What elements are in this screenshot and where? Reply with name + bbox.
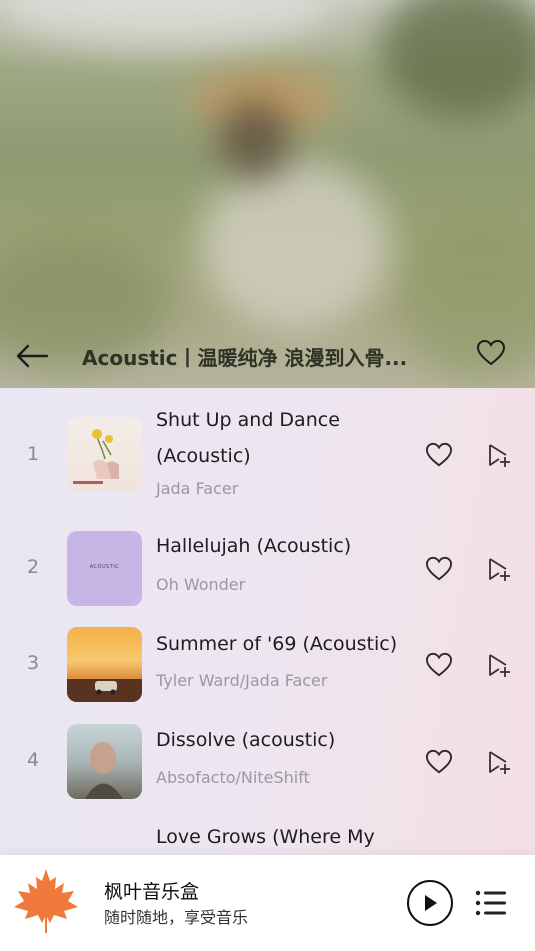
title-bar: Acoustic丨温暖纯净 浪漫到入骨...	[0, 330, 535, 382]
song-artist: Oh Wonder	[156, 575, 246, 594]
album-cover	[67, 417, 142, 492]
song-index: 4	[26, 749, 40, 771]
heart-outline-icon	[425, 556, 453, 581]
app-name: 枫叶音乐盒	[104, 881, 200, 903]
album-cover	[67, 724, 142, 799]
song-artist: Jada Facer	[156, 479, 239, 498]
page-title: Acoustic丨温暖纯净 浪漫到入骨...	[82, 346, 408, 370]
song-row[interactable]: 2 ACOUSTIC Hallelujah (Acoustic) Oh Wond…	[0, 528, 535, 608]
heart-outline-icon	[425, 652, 453, 677]
arrow-left-icon	[16, 344, 49, 368]
song-row[interactable]: 4 Dissolve (acoustic) Absofacto/NiteShif…	[0, 722, 535, 806]
song-artist: Tyler Ward/Jada Facer	[156, 671, 328, 690]
play-add-icon	[489, 558, 510, 581]
song-index: 1	[26, 443, 40, 465]
add-to-queue-button[interactable]	[482, 552, 516, 586]
album-cover: ACOUSTIC	[67, 531, 142, 606]
add-to-queue-button[interactable]	[482, 648, 516, 682]
like-button[interactable]	[422, 648, 456, 682]
album-cover	[67, 627, 142, 702]
like-button[interactable]	[422, 552, 456, 586]
playlist-icon	[475, 890, 506, 916]
play-add-icon	[489, 444, 510, 467]
song-title: Summer of '69 (Acoustic)	[156, 633, 398, 655]
song-title: Dissolve (acoustic)	[156, 729, 336, 751]
maple-leaf-icon	[12, 867, 80, 935]
play-add-icon	[489, 751, 510, 774]
add-to-queue-button[interactable]	[482, 745, 516, 779]
song-title: Shut Up and Dance (Acoustic)	[156, 409, 340, 467]
song-row[interactable]: 1 Shut Up and Dance (Acoustic) Jada Face…	[0, 402, 535, 502]
play-icon	[425, 895, 437, 911]
app-slogan: 随时随地，享受音乐	[104, 908, 249, 927]
play-add-icon	[489, 654, 510, 677]
playlist-button[interactable]	[470, 885, 510, 921]
add-to-queue-button[interactable]	[482, 438, 516, 472]
mini-player[interactable]: 枫叶音乐盒 随时随地，享受音乐	[0, 855, 535, 951]
favorite-playlist-button[interactable]	[474, 336, 508, 370]
back-button[interactable]	[14, 340, 50, 372]
like-button[interactable]	[422, 438, 456, 472]
song-artist: Absofacto/NiteShift	[156, 768, 310, 787]
like-button[interactable]	[422, 745, 456, 779]
heart-outline-icon	[476, 339, 506, 366]
play-button[interactable]	[407, 880, 453, 926]
playlist-cover-banner: Acoustic丨温暖纯净 浪漫到入骨...	[0, 0, 535, 388]
song-title: Hallelujah (Acoustic)	[156, 535, 352, 557]
song-index: 3	[26, 652, 40, 674]
song-row[interactable]: 3 Summer of '69 (Acoustic) Tyler Ward/Ja…	[0, 626, 535, 706]
heart-outline-icon	[425, 442, 453, 467]
heart-outline-icon	[425, 749, 453, 774]
song-index: 2	[26, 556, 40, 578]
